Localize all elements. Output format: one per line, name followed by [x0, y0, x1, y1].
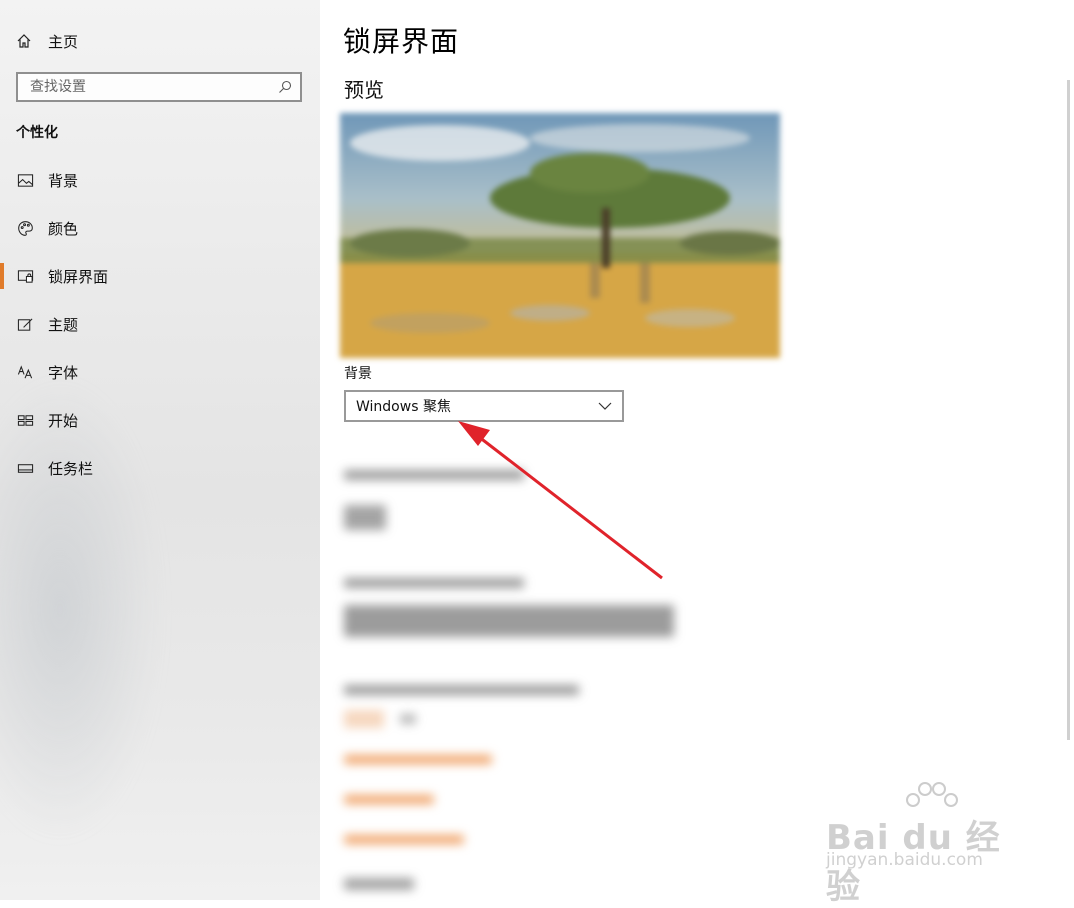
background-dropdown-value: Windows 聚焦 — [356, 399, 451, 415]
baidu-watermark: Bai du 经验 jingyan.baidu.com — [826, 780, 1026, 907]
sidebar-item-label: 字体 — [48, 363, 79, 382]
background-dropdown[interactable]: Windows 聚焦 — [344, 390, 624, 422]
preview-heading: 预览 — [344, 78, 384, 102]
picture-icon — [16, 171, 34, 189]
sidebar: 主页 个性化 背景 颜色 锁屏界面 — [0, 0, 320, 900]
home-label: 主页 — [48, 32, 79, 51]
lock-screen-preview-image — [340, 113, 780, 358]
sidebar-item-label: 颜色 — [48, 219, 79, 238]
sidebar-item-label: 任务栏 — [48, 459, 94, 478]
sidebar-item-lock-screen[interactable]: 锁屏界面 — [0, 252, 320, 300]
sidebar-item-fonts[interactable]: 字体 — [0, 348, 320, 396]
taskbar-icon — [16, 459, 34, 477]
sidebar-item-taskbar[interactable]: 任务栏 — [0, 444, 320, 492]
search-input[interactable] — [28, 78, 278, 96]
background-label: 背景 — [344, 366, 372, 382]
page-title: 锁屏界面 — [343, 25, 460, 58]
sidebar-nav: 背景 颜色 锁屏界面 主题 字体 开始 任务栏 — [0, 156, 320, 492]
scrollbar[interactable] — [1067, 80, 1070, 740]
active-indicator — [0, 263, 4, 289]
lock-screen-icon — [16, 267, 34, 285]
sidebar-item-colors[interactable]: 颜色 — [0, 204, 320, 252]
sidebar-item-label: 主题 — [48, 315, 79, 334]
section-title: 个性化 — [16, 125, 58, 141]
home-link[interactable]: 主页 — [16, 28, 78, 54]
palette-icon — [16, 219, 34, 237]
font-icon — [16, 363, 34, 381]
chevron-down-icon — [598, 402, 612, 410]
home-icon — [17, 34, 31, 48]
start-menu-icon — [16, 411, 34, 429]
sidebar-item-label: 锁屏界面 — [48, 267, 109, 286]
watermark-url: jingyan.baidu.com — [826, 850, 983, 870]
search-box[interactable] — [16, 72, 302, 102]
theme-brush-icon — [16, 315, 34, 333]
sidebar-item-background[interactable]: 背景 — [0, 156, 320, 204]
search-icon[interactable] — [278, 80, 292, 94]
sidebar-item-start[interactable]: 开始 — [0, 396, 320, 444]
sidebar-item-label: 背景 — [48, 171, 79, 190]
sidebar-item-themes[interactable]: 主题 — [0, 300, 320, 348]
sidebar-item-label: 开始 — [48, 411, 79, 430]
main-content: 锁屏界面 预览 背景 Windows 聚焦 — [320, 0, 1074, 900]
